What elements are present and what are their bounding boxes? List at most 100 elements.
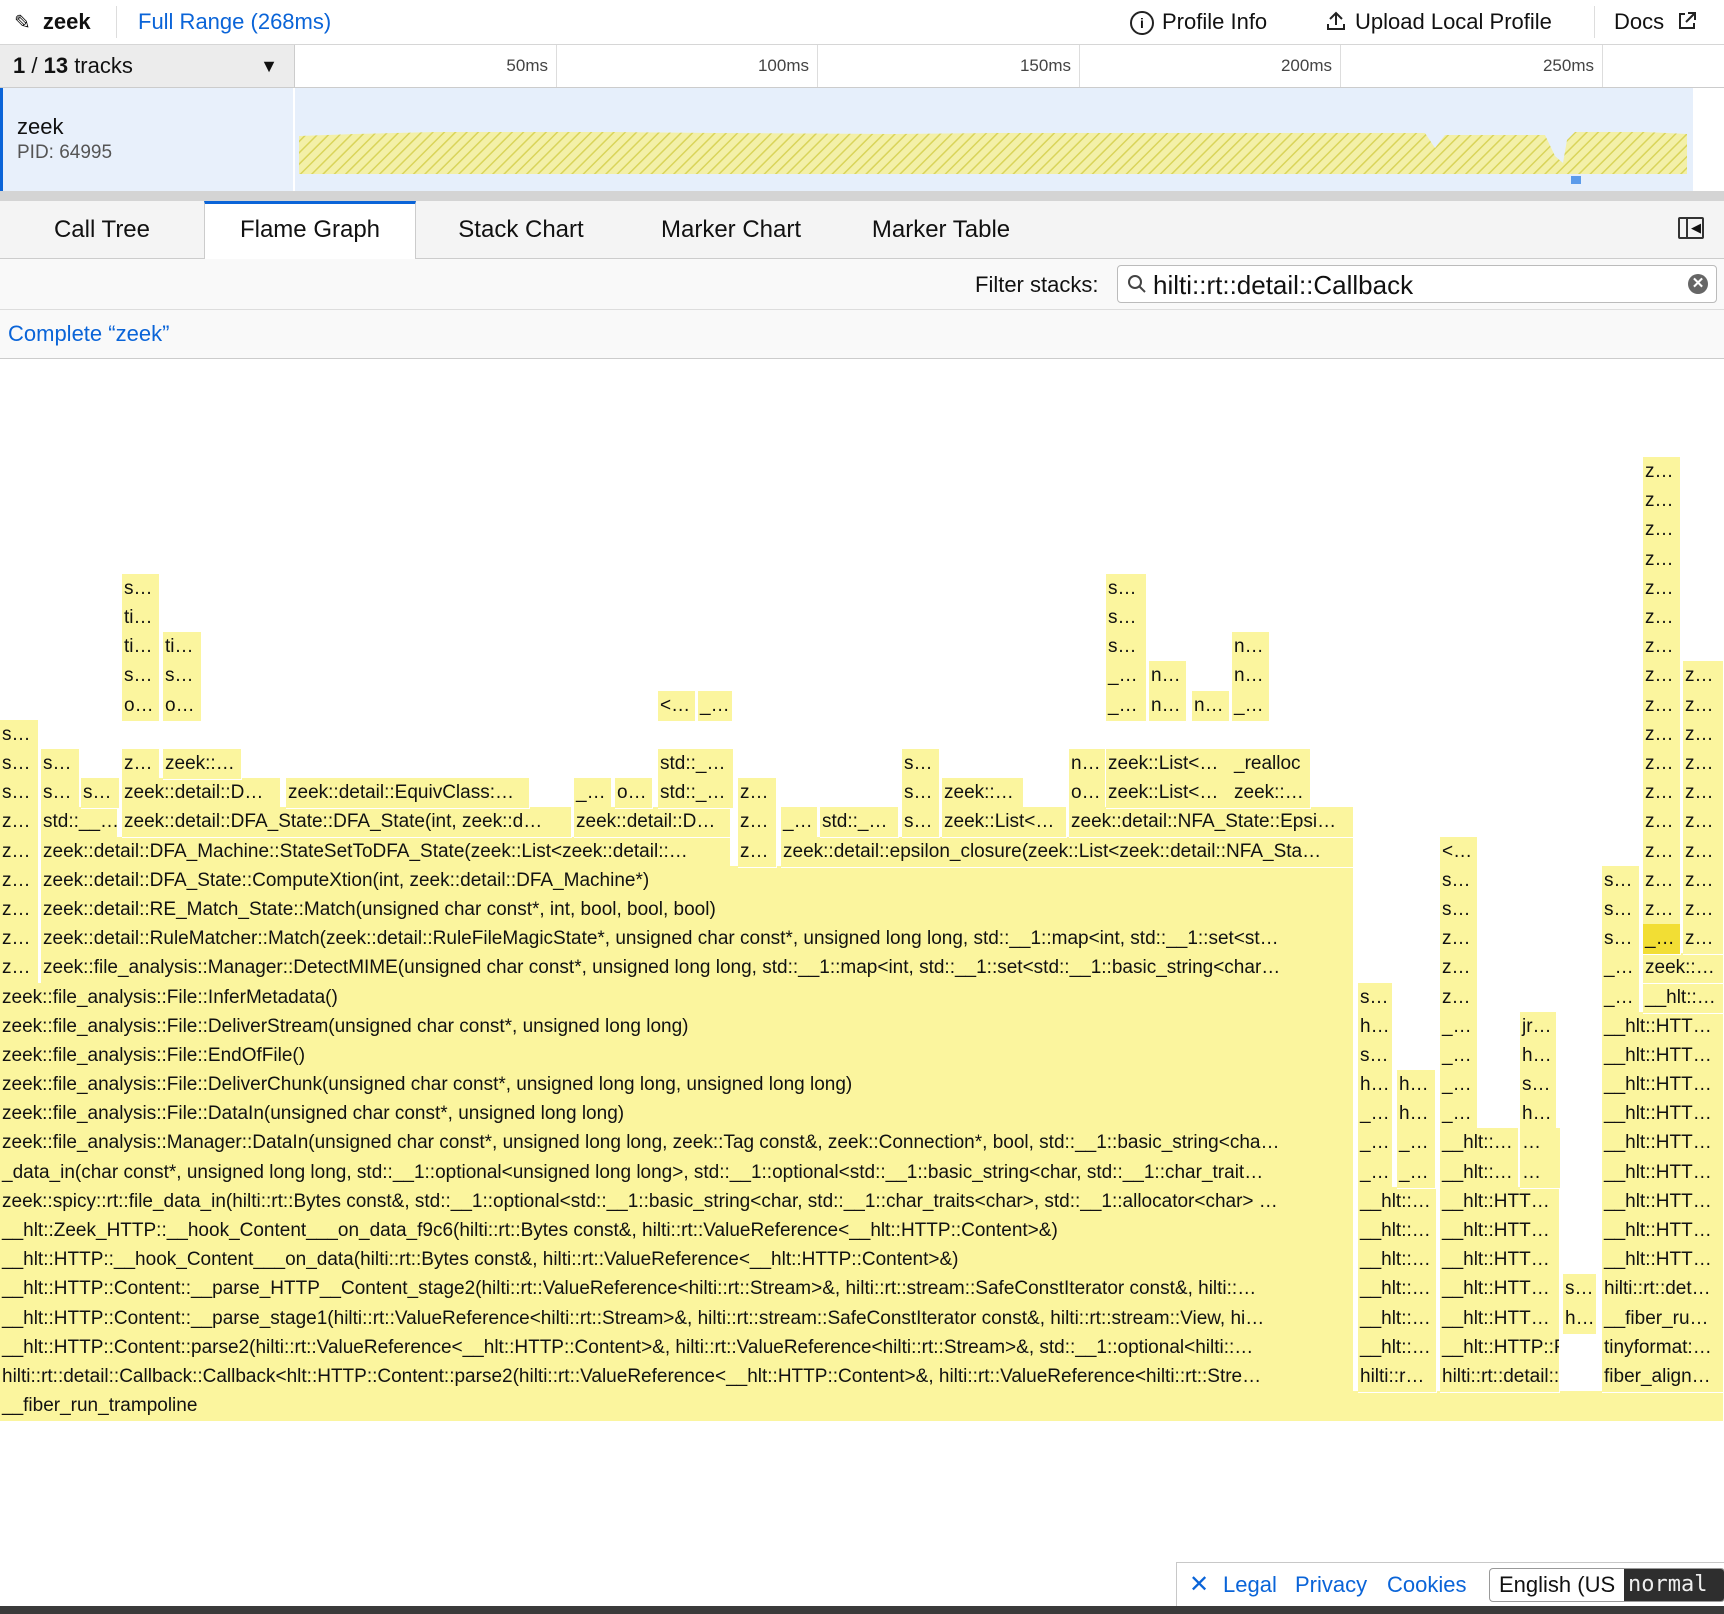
- flame-frame[interactable]: _data_in(char const*, unsigned long long…: [0, 1157, 1354, 1189]
- flame-frame[interactable]: _…: [1602, 982, 1640, 1014]
- flame-frame[interactable]: s…: [0, 749, 39, 780]
- flame-frame[interactable]: __hlt::HTT…: [1602, 1099, 1724, 1131]
- flame-frame[interactable]: s…: [122, 661, 160, 693]
- flame-frame[interactable]: __hlt::…: [1358, 1216, 1437, 1247]
- upload-button[interactable]: Upload Local Profile: [1325, 0, 1552, 44]
- flame-frame[interactable]: h…: [1358, 1011, 1393, 1043]
- flame-frame[interactable]: hilti::rt::det…: [1602, 1274, 1724, 1306]
- flame-frame[interactable]: n…: [1232, 661, 1270, 693]
- flame-frame[interactable]: s…: [41, 778, 80, 810]
- flame-frame[interactable]: s…: [1440, 865, 1478, 897]
- flame-frame[interactable]: __hlt::Zeek_HTTP::__hook_Content___on_da…: [0, 1216, 1354, 1247]
- flame-frame[interactable]: zeek::detail::D…: [122, 778, 281, 810]
- flame-frame[interactable]: h…: [1520, 1041, 1557, 1072]
- flame-frame[interactable]: s…: [1520, 1070, 1557, 1101]
- flame-frame[interactable]: z…: [1683, 778, 1724, 810]
- flame-frame[interactable]: ti…: [122, 632, 160, 664]
- flame-frame[interactable]: __hlt::…: [1358, 1303, 1437, 1335]
- flame-frame[interactable]: __hlt::…: [1358, 1245, 1437, 1277]
- flame-frame[interactable]: s…: [1106, 573, 1147, 605]
- flame-frame[interactable]: __hlt::HTT…: [1602, 1186, 1724, 1218]
- flame-frame[interactable]: z…: [1643, 690, 1681, 722]
- flame-frame[interactable]: __hlt::…: [1440, 1157, 1519, 1189]
- range-breadcrumb[interactable]: Full Range (268ms): [138, 0, 331, 44]
- flame-frame[interactable]: _…: [1358, 1099, 1393, 1131]
- flame-frame[interactable]: n…: [1192, 690, 1230, 722]
- flame-frame[interactable]: zeek::…: [1643, 953, 1724, 985]
- flame-frame[interactable]: std::_…: [658, 749, 734, 780]
- flame-frame[interactable]: ti…: [163, 632, 202, 664]
- flame-frame[interactable]: z…: [1643, 865, 1681, 897]
- clear-filter-icon[interactable]: ✕: [1688, 274, 1708, 294]
- flame-frame[interactable]: __hlt::HTT…: [1440, 1245, 1560, 1277]
- flame-frame[interactable]: z…: [1643, 749, 1681, 780]
- flame-frame[interactable]: n…: [1149, 690, 1187, 722]
- flame-frame[interactable]: zeek::detail::DFA_State::DFA_State(int, …: [122, 807, 572, 839]
- flame-frame[interactable]: z…: [0, 895, 39, 926]
- flame-frame[interactable]: s…: [902, 749, 940, 780]
- flame-frame[interactable]: z…: [738, 778, 777, 810]
- flame-frame[interactable]: n…: [1232, 632, 1270, 664]
- flame-frame[interactable]: _…: [1440, 1011, 1478, 1043]
- flame-frame[interactable]: s…: [1106, 603, 1147, 634]
- flame-frame[interactable]: s…: [0, 719, 39, 751]
- flame-frame[interactable]: _…: [1440, 1070, 1478, 1101]
- flame-frame[interactable]: s…: [1358, 1041, 1393, 1072]
- profile-info-button[interactable]: i Profile Info: [1130, 0, 1267, 44]
- flame-frame[interactable]: std::_…: [658, 778, 734, 810]
- flame-frame[interactable]: _…: [1358, 1128, 1393, 1160]
- panel-splitter[interactable]: [0, 191, 1724, 201]
- flame-frame[interactable]: __hlt::HTT…: [1602, 1070, 1724, 1101]
- flame-frame[interactable]: zeek::detail::epsilon_closure(zeek::List…: [781, 836, 1354, 868]
- flame-frame[interactable]: s…: [163, 661, 202, 693]
- flame-frame[interactable]: tinyformat:…: [1602, 1332, 1724, 1364]
- flame-frame[interactable]: zeek::…: [1232, 778, 1311, 810]
- flame-frame[interactable]: …: [1520, 1157, 1561, 1189]
- flame-frame[interactable]: h…: [1563, 1303, 1597, 1335]
- flame-frame[interactable]: z…: [1683, 749, 1724, 780]
- flame-frame[interactable]: __hlt::HTT…: [1602, 1216, 1724, 1247]
- flame-frame[interactable]: z…: [1643, 836, 1681, 868]
- flame-frame[interactable]: std::_…: [820, 807, 899, 839]
- flame-frame[interactable]: __hlt::HTTP::__hook_Content___on_data(hi…: [0, 1245, 1354, 1277]
- flame-frame[interactable]: zeek::file_analysis::File::DeliverStream…: [0, 1011, 1354, 1043]
- flame-frame[interactable]: s…: [1602, 895, 1640, 926]
- tab-call-tree[interactable]: Call Tree: [0, 201, 204, 258]
- flame-frame[interactable]: …: [1520, 1128, 1561, 1160]
- flame-frame[interactable]: __hlt::HTTP::R…: [1440, 1332, 1560, 1364]
- flame-frame[interactable]: zeek::List<…: [1106, 778, 1236, 810]
- flame-frame[interactable]: zeek::…: [163, 749, 242, 780]
- flame-frame[interactable]: _…: [1358, 1157, 1393, 1189]
- flame-frame[interactable]: z…: [1643, 807, 1681, 839]
- flame-graph[interactable]: s… s… s… z… z… z… z… z… z… s… s… std::__… zeek::deta…: [0, 359, 1724, 1614]
- sidebar-toggle-button[interactable]: ◀: [1678, 217, 1704, 239]
- flame-frame[interactable]: s…: [1106, 632, 1147, 664]
- flame-frame[interactable]: z…: [0, 953, 39, 985]
- flame-frame[interactable]: _…: [781, 807, 818, 839]
- track-activity-graph[interactable]: [295, 88, 1693, 191]
- flame-frame[interactable]: n…: [1069, 749, 1106, 780]
- flame-frame[interactable]: s…: [1563, 1274, 1597, 1306]
- language-select[interactable]: English (US normal: [1489, 1568, 1724, 1602]
- flame-frame[interactable]: z…: [0, 836, 39, 868]
- flame-frame[interactable]: h…: [1520, 1099, 1557, 1131]
- flame-frame[interactable]: z…: [1643, 632, 1681, 664]
- close-icon[interactable]: ✕: [1189, 1563, 1209, 1607]
- flame-frame[interactable]: zeek::detail::DFA_State::ComputeXtion(in…: [41, 865, 1354, 897]
- flame-frame[interactable]: zeek::detail::RE_Match_State::Match(unsi…: [41, 895, 1354, 926]
- flame-frame[interactable]: o…: [615, 778, 653, 810]
- track-selector[interactable]: 1 / 13 tracks ▼: [0, 45, 295, 87]
- flame-frame[interactable]: _…: [1106, 690, 1147, 722]
- flame-frame[interactable]: zeek::List<…: [942, 807, 1067, 839]
- flame-frame[interactable]: __hlt::…: [1643, 982, 1724, 1014]
- flame-frame[interactable]: __hlt::HTT…: [1602, 1041, 1724, 1072]
- flame-frame[interactable]: zeek::detail::DFA_Machine::StateSetToDFA…: [41, 836, 731, 868]
- flame-frame[interactable]: s…: [0, 778, 39, 810]
- flame-frame[interactable]: o…: [163, 690, 202, 722]
- flame-frame[interactable]: __hlt::HTT…: [1440, 1186, 1560, 1218]
- flame-frame[interactable]: z…: [1643, 544, 1681, 576]
- flame-frame[interactable]: z…: [1683, 719, 1724, 751]
- flame-frame[interactable]: zeek::…: [942, 778, 1024, 810]
- flame-frame[interactable]: _…: [1232, 690, 1270, 722]
- flame-frame[interactable]: _…: [1397, 1128, 1436, 1160]
